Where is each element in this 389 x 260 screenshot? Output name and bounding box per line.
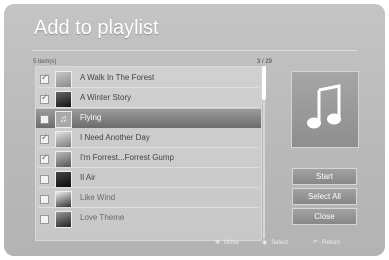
track-name: Like Wind [80,193,116,202]
track-name: A Winter Story [80,93,132,102]
row-divider [38,167,259,168]
return-icon: ↶ [313,240,319,246]
dpad-icon: ✥ [215,240,221,246]
album-thumbnail [55,191,72,208]
track-list: A Walk In The Forest A Winter Story ♫ Fl… [35,66,262,241]
page-indicator: 3 / 29 [257,59,273,65]
checkbox[interactable] [40,215,49,224]
track-name: I'm Forrest...Forrest Gump [80,153,174,162]
checkbox[interactable] [40,152,49,164]
list-scrollbar[interactable] [262,66,266,239]
guide-select: ◉ Select [262,239,288,247]
row-divider [38,87,259,88]
track-name: A Walk In The Forest [80,73,155,82]
music-note-icon: ♫ [55,111,72,128]
guide-return: ↶ Return [313,239,341,247]
album-thumbnail [55,171,72,188]
row-divider [38,187,259,188]
checkbox[interactable] [40,132,49,144]
album-thumbnail [55,211,72,228]
album-thumbnail [55,151,72,168]
checkbox[interactable] [40,92,49,104]
guide-move-label: Move [224,239,239,246]
track-name: Love Theme [80,213,125,222]
row-divider [38,207,259,208]
checkbox[interactable] [40,195,49,204]
list-item-selected[interactable]: ♫ Flying [36,109,261,128]
close-button[interactable]: Close [292,208,357,225]
title-divider [32,50,357,51]
guide-select-label: Select [271,239,288,246]
album-thumbnail [55,131,72,148]
list-item[interactable]: I'm Forrest...Forrest Gump [36,149,261,168]
checkbox[interactable] [40,72,49,84]
select-all-button[interactable]: Select All [292,188,357,205]
album-thumbnail [55,91,72,108]
list-item[interactable]: Il Air [36,169,261,188]
list-item[interactable]: Love Theme [36,209,261,228]
checkbox[interactable] [40,175,49,184]
start-button[interactable]: Start [292,168,357,185]
guide-move: ✥ Move [215,239,239,247]
track-name: I Need Another Day [80,133,150,142]
row-divider [38,147,259,148]
list-item[interactable]: A Winter Story [36,89,261,108]
item-count: 5 item(s) [33,59,57,65]
preview-panel [291,71,359,148]
list-item[interactable]: A Walk In The Forest [36,69,261,88]
music-note-icon [307,84,341,129]
page-title: Add to playlist [34,17,159,39]
track-name: Il Air [80,173,96,182]
scrollbar-thumb[interactable] [262,66,266,100]
playlist-screen: Add to playlist 5 item(s) 3 / 29 A Walk … [4,4,385,256]
list-item[interactable]: I Need Another Day [36,129,261,148]
track-name: Flying [80,113,102,122]
ok-button-icon: ◉ [262,240,268,246]
list-item[interactable]: Like Wind [36,189,261,208]
row-divider [38,107,259,108]
checkbox[interactable] [40,115,49,124]
album-thumbnail [55,71,72,88]
guide-return-label: Return [322,239,341,246]
